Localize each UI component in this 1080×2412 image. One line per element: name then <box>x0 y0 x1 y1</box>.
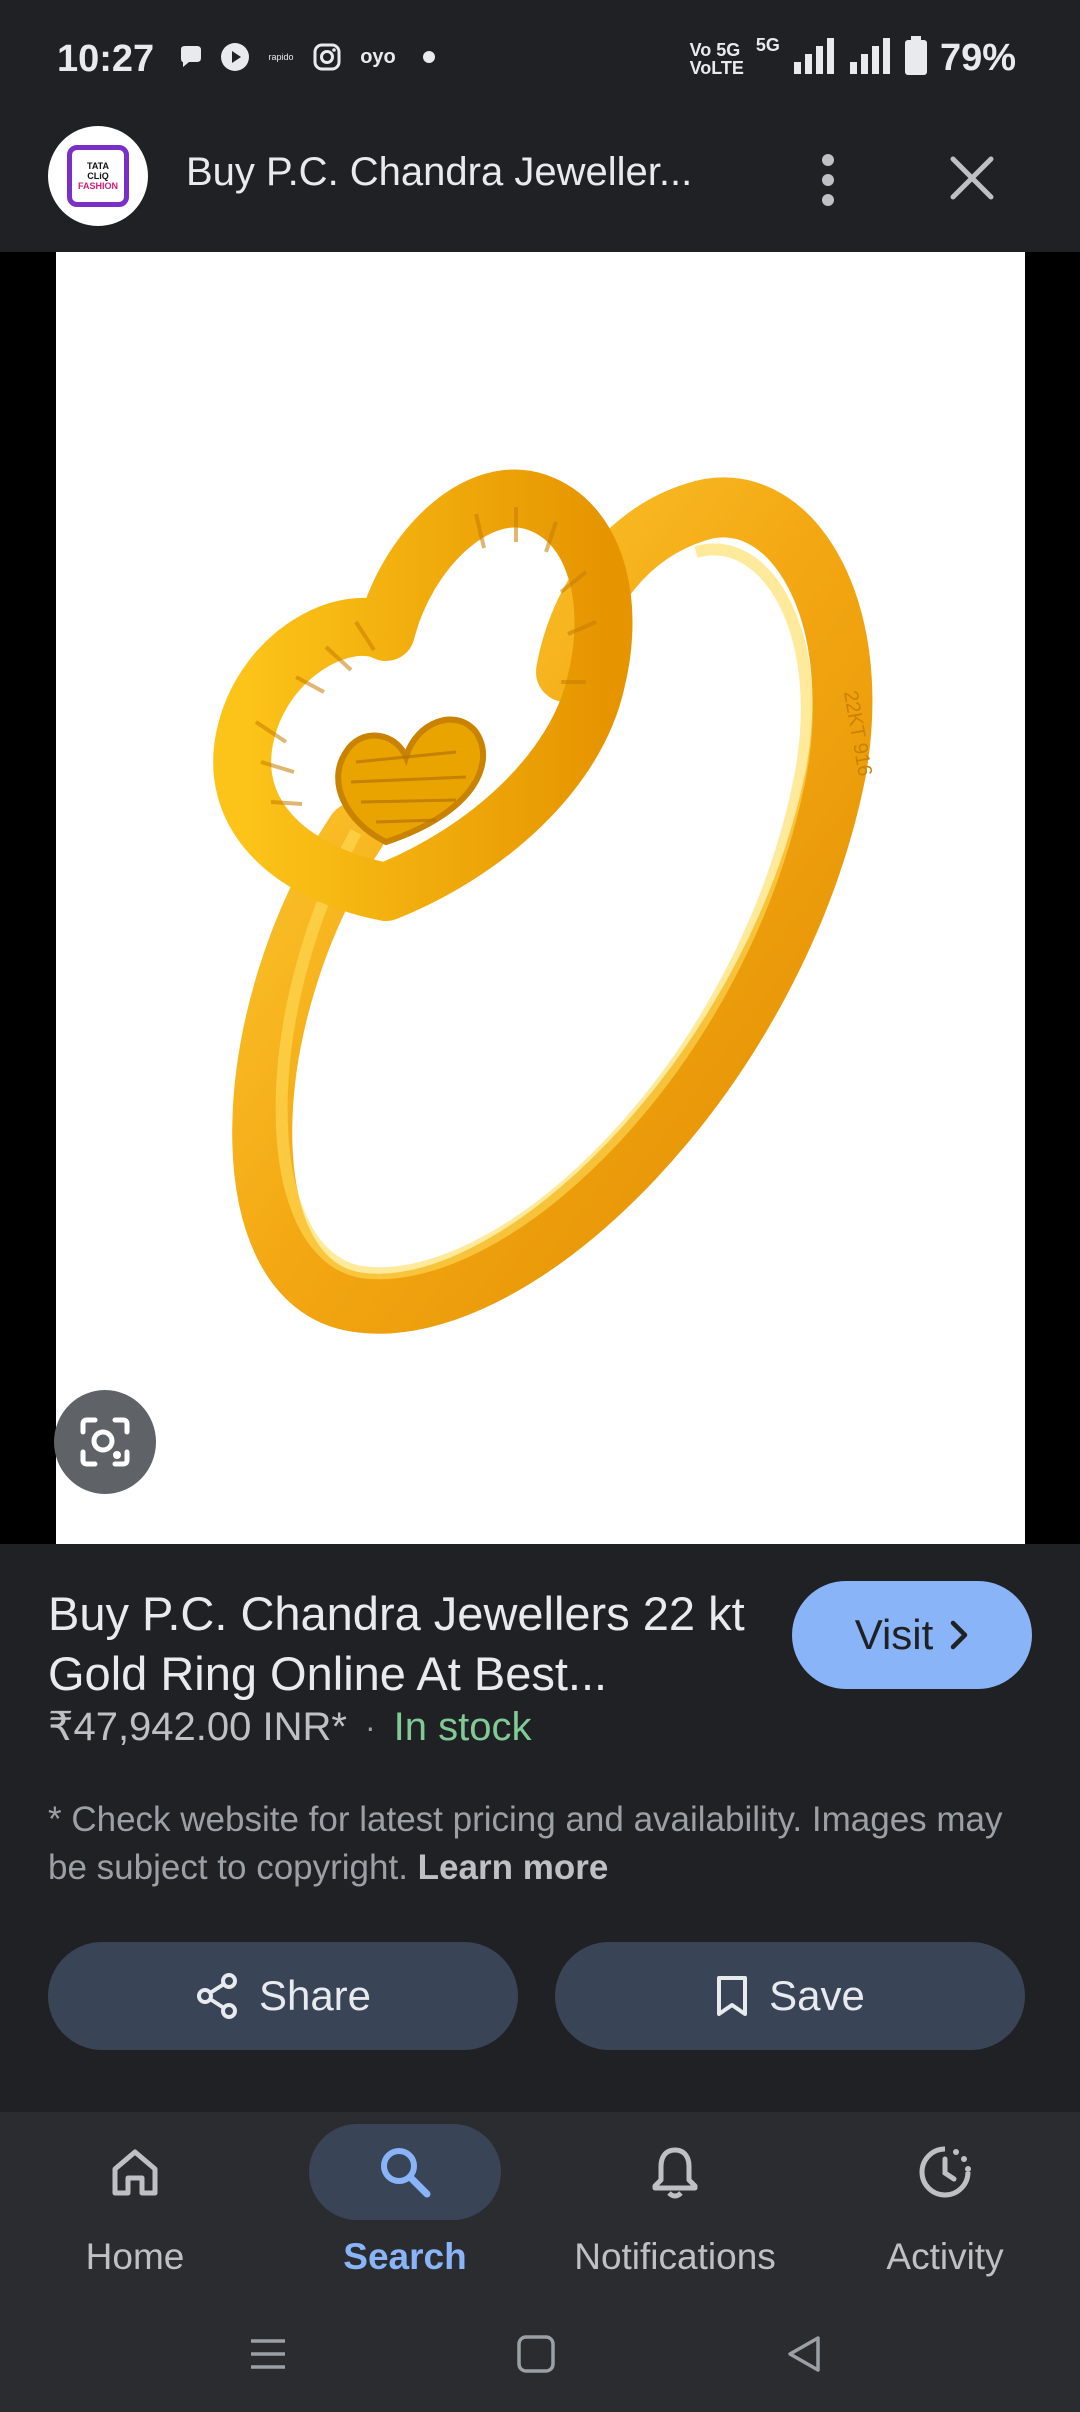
chat-bubble-icon <box>176 42 206 72</box>
network-type: 5G <box>755 35 780 55</box>
rapido-text: rapido <box>268 52 294 62</box>
volte-bottom: VoLTE <box>689 57 744 78</box>
disclaimer: * Check website for latest pricing and a… <box>48 1796 1008 1892</box>
nav-search-label: Search <box>343 2236 467 2277</box>
share-button[interactable]: Share <box>48 1942 518 2050</box>
nav-notifications-icon-wrap <box>579 2124 771 2220</box>
close-button[interactable] <box>940 146 1004 210</box>
viewer-header: TATA CLiQ FASHION Buy P.C. Chandra Jewel… <box>0 124 1080 252</box>
google-lens-button[interactable] <box>54 1390 156 1494</box>
more-vert-icon <box>822 154 834 206</box>
system-navigation-bar <box>0 2302 1080 2412</box>
product-info-panel: Buy P.C. Chandra Jewellers 22 kt Gold Ri… <box>0 1544 1080 2112</box>
home-button[interactable] <box>496 2324 576 2384</box>
nav-notifications[interactable]: Notifications <box>540 2124 810 2294</box>
visit-button[interactable]: Visit <box>792 1581 1032 1689</box>
gold-ring-illustration: 22KT 916 <box>213 469 876 1334</box>
nav-search[interactable]: Search <box>270 2124 540 2294</box>
bookmark-icon <box>717 1976 748 2016</box>
rapido-icon: rapido <box>264 42 298 72</box>
chevron-right-icon <box>951 1620 968 1650</box>
signal-strength-icon <box>792 36 836 81</box>
tata-cliq-logo: TATA CLiQ FASHION <box>67 145 129 207</box>
activity-icon <box>919 2146 971 2198</box>
separator-dot: · <box>364 1708 376 1745</box>
battery-icon <box>904 36 928 81</box>
logo-line-1: TATA <box>87 161 109 171</box>
signal-strength-icon-2 <box>848 36 892 81</box>
back-button[interactable] <box>764 2324 844 2384</box>
menu-lines-icon <box>251 2339 285 2369</box>
recent-apps-button[interactable] <box>228 2324 308 2384</box>
notification-icons: rapido oyo <box>176 42 444 72</box>
product-image[interactable]: 22KT 916 <box>56 252 1025 1544</box>
instagram-icon <box>312 42 342 72</box>
logo-line-3: FASHION <box>77 181 118 191</box>
nav-search-icon-wrap <box>309 2124 501 2220</box>
lens-icon <box>80 1417 130 1467</box>
stock-status: In stock <box>393 1704 532 1749</box>
nav-activity[interactable]: Activity <box>810 2124 1080 2294</box>
square-icon <box>517 2335 555 2373</box>
save-label: Save <box>769 1972 865 2019</box>
bell-icon <box>652 2147 698 2199</box>
nav-notifications-label: Notifications <box>574 2236 776 2277</box>
battery-percent: 79% <box>939 37 1016 79</box>
nav-activity-icon-wrap <box>849 2124 1041 2220</box>
dot-icon <box>414 42 444 72</box>
status-time: 10:27 <box>57 38 155 80</box>
play-icon <box>220 42 250 72</box>
nav-home-icon-wrap <box>39 2124 231 2220</box>
image-area: 22KT 916 <box>0 252 1080 1544</box>
price: ₹47,942.00 INR* <box>48 1705 347 1749</box>
system-status-icons: Vo 5G VoLTE 5G 79% <box>690 36 1016 81</box>
nav-home[interactable]: Home <box>0 2124 270 2294</box>
search-icon <box>381 2148 431 2198</box>
oyo-text: oyo <box>360 45 396 68</box>
learn-more-link[interactable]: Learn more <box>418 1848 609 1887</box>
visit-label: Visit <box>854 1611 934 1658</box>
volte-label: Vo 5G VoLTE <box>690 41 744 77</box>
product-title[interactable]: Buy P.C. Chandra Jewellers 22 kt Gold Ri… <box>48 1584 748 1704</box>
site-logo[interactable]: TATA CLiQ FASHION <box>48 126 148 226</box>
back-triangle-icon <box>788 2336 820 2372</box>
logo-line-2: CLiQ <box>87 171 109 181</box>
share-icon <box>196 1973 237 2019</box>
close-icon <box>950 156 994 200</box>
more-options-button[interactable] <box>808 140 848 220</box>
volte-top: Vo 5G <box>689 39 741 60</box>
home-icon <box>112 2149 158 2196</box>
nav-activity-label: Activity <box>886 2236 1004 2277</box>
status-bar: 10:27 rapido oyo Vo 5G VoLTE 5G 79% <box>0 0 1080 124</box>
share-label: Share <box>258 1972 372 2019</box>
page-title[interactable]: Buy P.C. Chandra Jeweller... <box>186 150 726 195</box>
bottom-navigation: Home Search Notifications Activity <box>0 2112 1080 2302</box>
nav-home-label: Home <box>85 2236 185 2277</box>
oyo-icon: oyo <box>356 42 400 72</box>
save-button[interactable]: Save <box>555 1942 1025 2050</box>
price-row: ₹47,942.00 INR* · In stock <box>48 1704 531 1750</box>
